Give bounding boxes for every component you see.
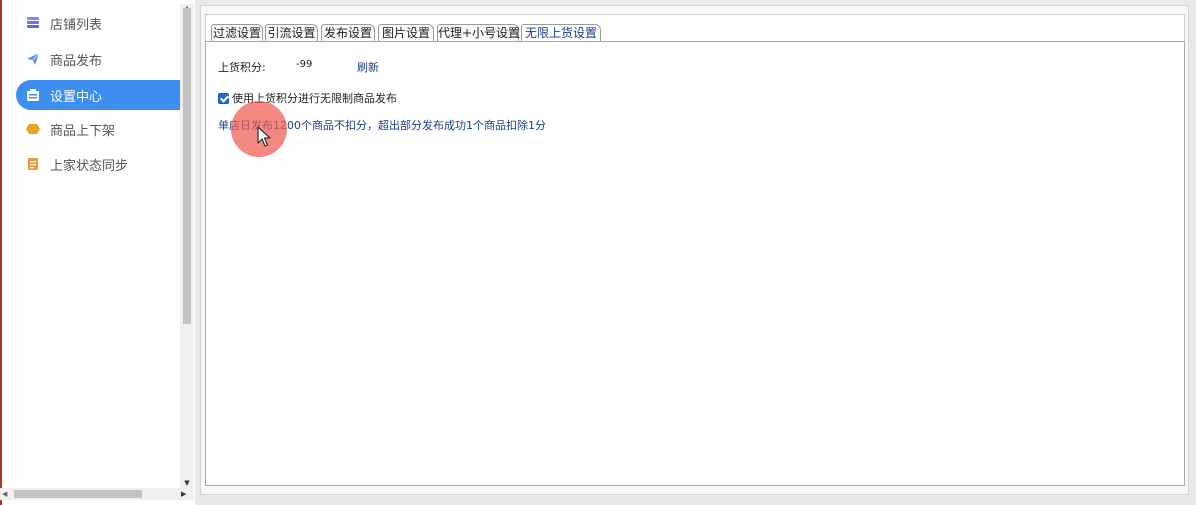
sidebar-horizontal-scrollbar[interactable]: ◀ ▶	[0, 488, 194, 500]
tab-filter-settings[interactable]: 过滤设置	[211, 24, 263, 42]
scroll-right-arrow-icon[interactable]: ▶	[181, 488, 191, 500]
settings-center-icon	[26, 88, 40, 102]
tab-image-settings[interactable]: 图片设置	[378, 24, 434, 42]
sync-document-icon	[26, 157, 40, 171]
deduction-rule-text: 单店日发布1200个商品不扣分，超出部分发布成功1个商品扣除1分	[218, 119, 546, 132]
sidebar-item-store-list[interactable]: 店铺列表	[16, 8, 181, 38]
vertical-scroll-thumb[interactable]	[183, 8, 191, 324]
horizontal-scroll-thumb[interactable]	[14, 490, 142, 498]
tab-proxy-account-settings[interactable]: 代理+小号设置	[437, 24, 520, 42]
sidebar-item-settings-center[interactable]: 设置中心	[16, 80, 181, 110]
settings-content-area	[205, 41, 1185, 486]
sidebar-item-label: 商品发布	[50, 53, 103, 69]
sidebar-vertical-scrollbar[interactable]: ▲ ▼	[180, 4, 194, 488]
sidebar-item-label: 设置中心	[50, 89, 103, 105]
sidebar-item-product-publish[interactable]: 商品发布	[16, 44, 181, 74]
points-label: 上货积分:	[218, 61, 266, 74]
scroll-down-arrow-icon[interactable]: ▼	[180, 479, 194, 488]
scroll-left-arrow-icon[interactable]: ◀	[2, 488, 12, 500]
points-value: -99	[296, 59, 313, 70]
sidebar-item-shelf-toggle[interactable]: 商品上下架	[16, 114, 181, 144]
sidebar-item-label: 上家状态同步	[50, 158, 129, 174]
unlimited-publish-option[interactable]: 使用上货积分进行无限制商品发布	[218, 90, 397, 106]
unlimited-publish-checkbox[interactable]	[218, 92, 229, 104]
sidebar-item-label: 店铺列表	[50, 17, 103, 33]
tab-publish-settings[interactable]: 发布设置	[321, 24, 375, 42]
unlimited-publish-label: 使用上货积分进行无限制商品发布	[232, 92, 397, 105]
tab-traffic-settings[interactable]: 引流设置	[265, 24, 318, 42]
sidebar-item-label: 商品上下架	[50, 123, 116, 139]
paper-plane-icon	[26, 52, 40, 66]
sidebar-item-status-sync[interactable]: 上家状态同步	[16, 149, 181, 179]
refresh-link[interactable]: 刷新	[357, 59, 379, 75]
window-edge	[0, 0, 2, 505]
sidebar: 店铺列表 商品发布 设置中心 商品上下架 上家状态同步 ▲ ▼ ◀ ▶	[0, 0, 195, 505]
store-list-icon	[26, 16, 40, 30]
shelf-toggle-icon	[26, 122, 40, 136]
